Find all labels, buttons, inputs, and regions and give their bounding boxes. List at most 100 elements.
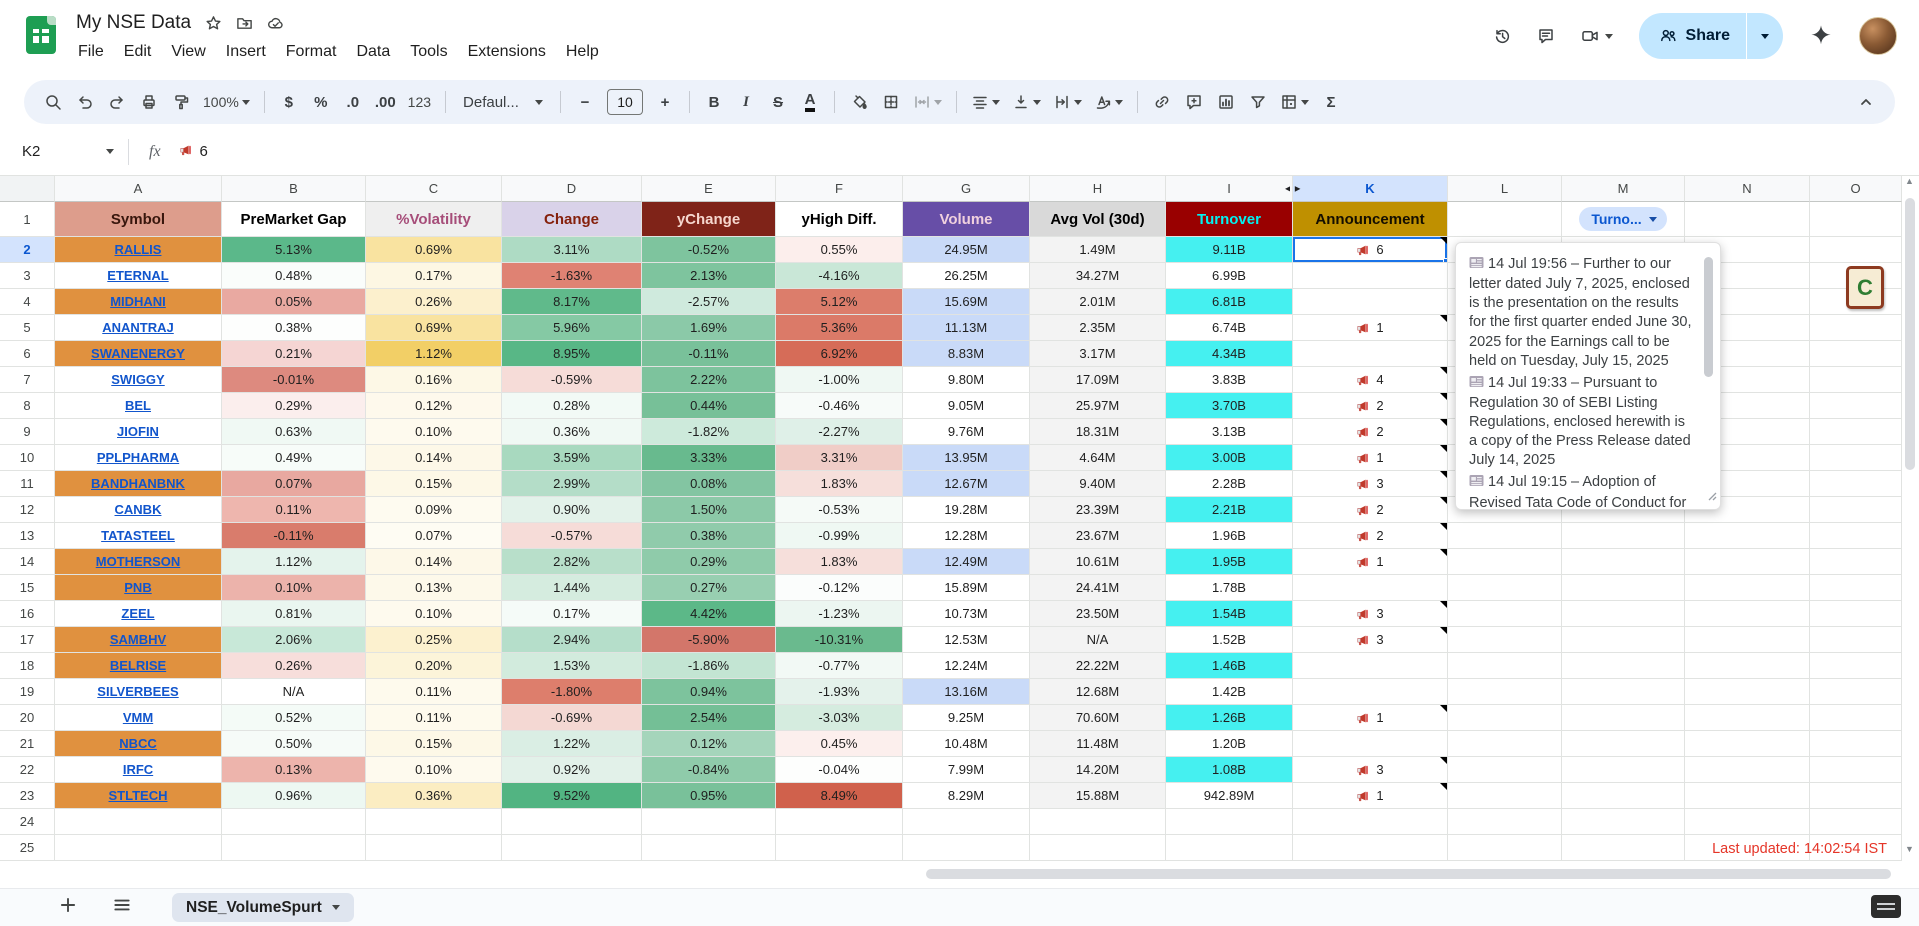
symbol-link[interactable]: ZEEL bbox=[121, 606, 154, 621]
header-cell--volatility[interactable]: %Volatility bbox=[366, 202, 502, 237]
cell-K15[interactable] bbox=[1293, 575, 1448, 601]
cell-G9[interactable]: 9.76M bbox=[903, 419, 1030, 445]
create-filter-icon[interactable] bbox=[1243, 86, 1273, 118]
cell-F3[interactable]: -4.16% bbox=[776, 263, 903, 289]
cell-N14[interactable] bbox=[1685, 549, 1810, 575]
header-cell-yhigh-diff-[interactable]: yHigh Diff. bbox=[776, 202, 903, 237]
cell-F9[interactable]: -2.27% bbox=[776, 419, 903, 445]
cell-D9[interactable]: 0.36% bbox=[502, 419, 642, 445]
cell-L14[interactable] bbox=[1448, 549, 1562, 575]
c-logo-image[interactable]: C bbox=[1846, 266, 1884, 309]
cell-I24[interactable] bbox=[1166, 809, 1293, 835]
cell-O14[interactable] bbox=[1810, 549, 1902, 575]
cell-F8[interactable]: -0.46% bbox=[776, 393, 903, 419]
symbol-link[interactable]: NBCC bbox=[119, 736, 157, 751]
row-header-1[interactable]: 1 bbox=[0, 202, 55, 237]
merge-cells-icon[interactable] bbox=[908, 86, 947, 118]
column-header-I[interactable]: I◂ bbox=[1166, 176, 1293, 202]
cell-N19[interactable] bbox=[1685, 679, 1810, 705]
cell-A15[interactable]: PNB bbox=[55, 575, 222, 601]
cell-A22[interactable]: IRFC bbox=[55, 757, 222, 783]
cell-G23[interactable]: 8.29M bbox=[903, 783, 1030, 809]
cell-G19[interactable]: 13.16M bbox=[903, 679, 1030, 705]
cell-B2[interactable]: 5.13% bbox=[222, 237, 366, 263]
cell-K19[interactable] bbox=[1293, 679, 1448, 705]
cell-K14[interactable]: 1 bbox=[1293, 549, 1448, 575]
cell-C23[interactable]: 0.36% bbox=[366, 783, 502, 809]
cell-D10[interactable]: 3.59% bbox=[502, 445, 642, 471]
cell-F25[interactable] bbox=[776, 835, 903, 861]
cell-A6[interactable]: SWANENERGY bbox=[55, 341, 222, 367]
note-resize-handle[interactable] bbox=[1706, 488, 1717, 506]
cell-B5[interactable]: 0.38% bbox=[222, 315, 366, 341]
cell-F7[interactable]: -1.00% bbox=[776, 367, 903, 393]
cell-K23[interactable]: 1 bbox=[1293, 783, 1448, 809]
cell-A10[interactable]: PPLPHARMA bbox=[55, 445, 222, 471]
cell-H9[interactable]: 18.31M bbox=[1030, 419, 1166, 445]
cell-O8[interactable] bbox=[1810, 393, 1902, 419]
cell-H2[interactable]: 1.49M bbox=[1030, 237, 1166, 263]
symbol-link[interactable]: SILVERBEES bbox=[97, 684, 178, 699]
cell-B6[interactable]: 0.21% bbox=[222, 341, 366, 367]
row-header-24[interactable]: 24 bbox=[0, 809, 55, 835]
decrease-font-size-button[interactable]: − bbox=[570, 86, 600, 118]
cell-D18[interactable]: 1.53% bbox=[502, 653, 642, 679]
undo-icon[interactable] bbox=[70, 86, 100, 118]
cell-G11[interactable]: 12.67M bbox=[903, 471, 1030, 497]
font-family-button[interactable]: Defaul... bbox=[455, 86, 551, 118]
cell-C20[interactable]: 0.11% bbox=[366, 705, 502, 731]
sheet-tab-active[interactable]: NSE_VolumeSpurt bbox=[172, 893, 354, 922]
cell-N22[interactable] bbox=[1685, 757, 1810, 783]
horizontal-align-icon[interactable] bbox=[966, 86, 1005, 118]
cell-K25[interactable] bbox=[1293, 835, 1448, 861]
cell-A3[interactable]: ETERNAL bbox=[55, 263, 222, 289]
cell-B25[interactable] bbox=[222, 835, 366, 861]
cell-L1[interactable] bbox=[1448, 202, 1562, 237]
cell-H18[interactable]: 22.22M bbox=[1030, 653, 1166, 679]
fill-color-icon[interactable] bbox=[844, 86, 874, 118]
cell-F21[interactable]: 0.45% bbox=[776, 731, 903, 757]
cell-D8[interactable]: 0.28% bbox=[502, 393, 642, 419]
symbol-link[interactable]: SAMBHV bbox=[110, 632, 166, 647]
cell-A7[interactable]: SWIGGY bbox=[55, 367, 222, 393]
cell-M18[interactable] bbox=[1562, 653, 1685, 679]
cell-L23[interactable] bbox=[1448, 783, 1562, 809]
cell-D3[interactable]: -1.63% bbox=[502, 263, 642, 289]
cell-D6[interactable]: 8.95% bbox=[502, 341, 642, 367]
cell-I8[interactable]: 3.70B bbox=[1166, 393, 1293, 419]
cell-G14[interactable]: 12.49M bbox=[903, 549, 1030, 575]
increase-decimals-button[interactable]: .00 bbox=[370, 86, 401, 118]
cell-M19[interactable] bbox=[1562, 679, 1685, 705]
hidden-column-left-icon[interactable]: ◂ bbox=[1285, 183, 1290, 194]
cell-I25[interactable] bbox=[1166, 835, 1293, 861]
cell-F19[interactable]: -1.93% bbox=[776, 679, 903, 705]
menu-file[interactable]: File bbox=[68, 38, 114, 66]
cell-F2[interactable]: 0.55% bbox=[776, 237, 903, 263]
cell-K7[interactable]: 4 bbox=[1293, 367, 1448, 393]
cell-D16[interactable]: 0.17% bbox=[502, 601, 642, 627]
cell-C13[interactable]: 0.07% bbox=[366, 523, 502, 549]
cell-F22[interactable]: -0.04% bbox=[776, 757, 903, 783]
cell-B19[interactable]: N/A bbox=[222, 679, 366, 705]
symbol-link[interactable]: RALLIS bbox=[115, 242, 162, 257]
row-header-16[interactable]: 16 bbox=[0, 601, 55, 627]
cell-E15[interactable]: 0.27% bbox=[642, 575, 776, 601]
cell-O6[interactable] bbox=[1810, 341, 1902, 367]
cell-E14[interactable]: 0.29% bbox=[642, 549, 776, 575]
symbol-link[interactable]: BEL bbox=[125, 398, 151, 413]
cell-I6[interactable]: 4.34B bbox=[1166, 341, 1293, 367]
header-cell-ychange[interactable]: yChange bbox=[642, 202, 776, 237]
cell-N20[interactable] bbox=[1685, 705, 1810, 731]
cell-B10[interactable]: 0.49% bbox=[222, 445, 366, 471]
cell-C22[interactable]: 0.10% bbox=[366, 757, 502, 783]
insert-link-icon[interactable] bbox=[1147, 86, 1177, 118]
cell-E16[interactable]: 4.42% bbox=[642, 601, 776, 627]
cell-B20[interactable]: 0.52% bbox=[222, 705, 366, 731]
cell-F23[interactable]: 8.49% bbox=[776, 783, 903, 809]
cell-E22[interactable]: -0.84% bbox=[642, 757, 776, 783]
format-currency-button[interactable]: $ bbox=[274, 86, 304, 118]
cell-A24[interactable] bbox=[55, 809, 222, 835]
cell-G13[interactable]: 12.28M bbox=[903, 523, 1030, 549]
cell-H21[interactable]: 11.48M bbox=[1030, 731, 1166, 757]
cell-B18[interactable]: 0.26% bbox=[222, 653, 366, 679]
